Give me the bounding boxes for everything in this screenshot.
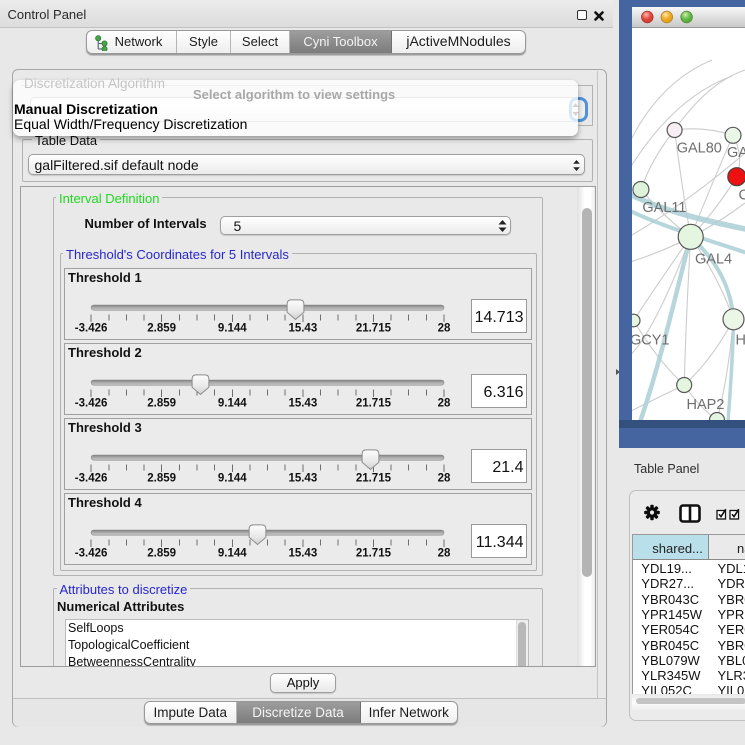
svg-text:HAP2: HAP2 [687, 397, 725, 413]
svg-text:GAL80: GAL80 [677, 140, 722, 156]
svg-text:C: C [739, 187, 745, 203]
svg-text:9.144: 9.144 [217, 548, 246, 560]
svg-text:2.859: 2.859 [147, 323, 176, 335]
svg-text:28: 28 [437, 323, 450, 335]
svg-text:GAL4: GAL4 [695, 251, 732, 267]
svg-text:GA: GA [727, 145, 745, 161]
svg-text:28: 28 [437, 473, 450, 485]
svg-text:9.144: 9.144 [217, 323, 246, 335]
svg-text:H: H [736, 332, 745, 348]
svg-text:21.715: 21.715 [355, 398, 391, 410]
svg-text:9.144: 9.144 [217, 473, 246, 485]
svg-text:21.715: 21.715 [355, 473, 391, 485]
svg-text:-3.426: -3.426 [74, 548, 107, 560]
svg-text:2.859: 2.859 [147, 473, 176, 485]
svg-text:28: 28 [437, 548, 450, 560]
svg-text:-3.426: -3.426 [74, 398, 107, 410]
svg-text:2.859: 2.859 [147, 398, 176, 410]
svg-text:GAL11: GAL11 [642, 200, 686, 216]
svg-text:28: 28 [437, 398, 450, 410]
svg-text:-3.426: -3.426 [74, 473, 107, 485]
svg-text:9.144: 9.144 [217, 398, 246, 410]
svg-text:15.43: 15.43 [288, 473, 317, 485]
svg-text:-3.426: -3.426 [74, 323, 107, 335]
svg-text:21.715: 21.715 [355, 323, 391, 335]
svg-text:2.859: 2.859 [147, 548, 176, 560]
svg-text:GCY1: GCY1 [632, 332, 670, 348]
svg-text:15.43: 15.43 [288, 548, 317, 560]
svg-text:21.715: 21.715 [355, 548, 391, 560]
svg-text:15.43: 15.43 [288, 398, 317, 410]
svg-text:15.43: 15.43 [288, 323, 317, 335]
